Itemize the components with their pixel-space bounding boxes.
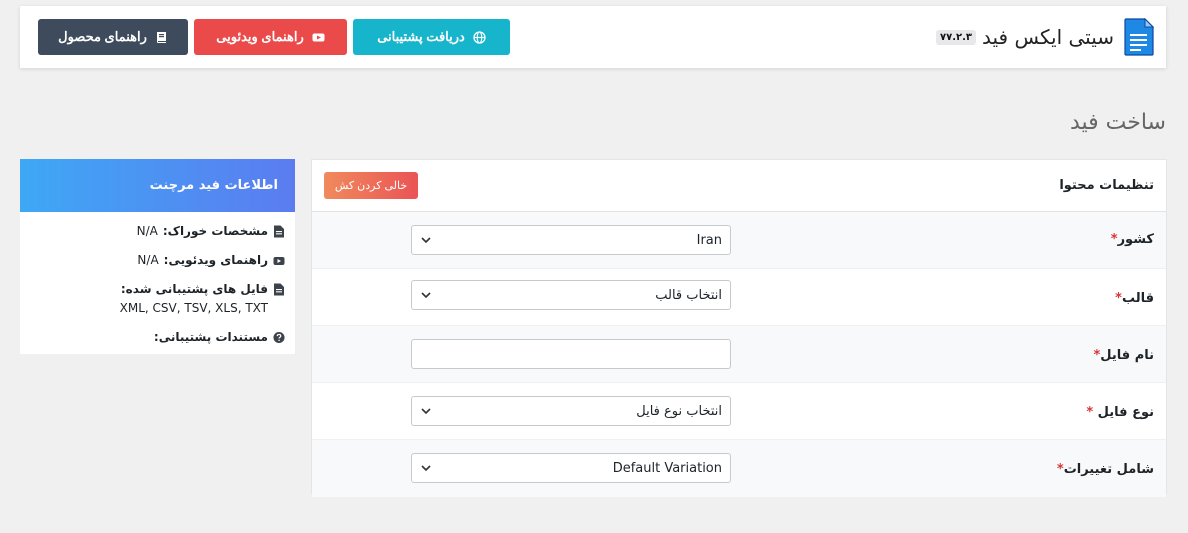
variations-select[interactable]: Default Variation [411, 453, 731, 483]
country-select-value: Iran [696, 232, 722, 248]
document-logo-icon [1124, 18, 1154, 56]
book-icon [156, 31, 166, 43]
form-row-file-type: نوع فایل * انتخاب نوع فایل [312, 383, 1166, 440]
file-icon [274, 225, 284, 238]
clear-cache-button[interactable]: خالی کردن کش [324, 172, 418, 199]
supported-files-label: فایل های پشتیبانی شده: [120, 282, 268, 296]
template-label: قالب* [1115, 291, 1154, 306]
form-row-template: قالب* انتخاب قالب [312, 269, 1166, 326]
template-select[interactable]: انتخاب قالب [411, 280, 731, 310]
variations-label: شامل تغییرات* [1056, 462, 1154, 477]
chevron-down-icon [421, 237, 431, 244]
panel-title: تنظیمات محتوا [1059, 178, 1154, 193]
info-card-title: اطلاعات فید مرچنت [20, 159, 295, 212]
file-type-select[interactable]: انتخاب نوع فایل [411, 396, 731, 426]
video-guide-info-value[interactable]: N/A [137, 251, 158, 270]
form-row-variations: شامل تغییرات* Default Variation [312, 440, 1166, 497]
supported-files-value: XML, CSV, TSV, XLS, TXT [119, 301, 268, 315]
file-name-label: نام فایل* [1093, 348, 1154, 363]
panel-header: تنظیمات محتوا خالی کردن کش [312, 160, 1166, 212]
info-card-body: مشخصات خوراک: N/A راهنمای ویدئویی: N/A ف… [20, 212, 295, 347]
template-select-value: انتخاب قالب [655, 287, 722, 303]
product-guide-button[interactable]: راهنمای محصول [38, 19, 188, 55]
chevron-down-icon [421, 465, 431, 472]
app-title: سیتی ایکس فید [982, 25, 1114, 49]
file-name-input[interactable] [411, 339, 731, 369]
product-guide-label: راهنمای محصول [58, 29, 147, 44]
video-guide-info-label: راهنمای ویدئویی: [163, 253, 268, 267]
version-badge: ۷۷.۲.۳ [936, 29, 977, 45]
video-guide-button[interactable]: راهنمای ویدئویی [194, 19, 347, 55]
country-select[interactable]: Iran [411, 225, 731, 255]
youtube-icon [312, 33, 325, 41]
file-type-select-value: انتخاب نوع فایل [636, 403, 722, 419]
get-support-button[interactable]: دریافت پشتیبانی [353, 19, 510, 55]
info-item-support-docs: مستندات پشتیبانی: [30, 328, 285, 347]
chevron-down-icon [421, 408, 431, 415]
country-label: کشور* [1110, 232, 1154, 247]
youtube-icon [273, 257, 285, 265]
merchant-feed-info-card: اطلاعات فید مرچنت مشخصات خوراک: N/A راهن… [20, 159, 295, 354]
page-title: ساخت فید [1069, 110, 1166, 135]
chevron-down-icon [421, 292, 431, 299]
form-row-file-name: نام فایل* [312, 326, 1166, 383]
file-type-label: نوع فایل * [1086, 405, 1154, 420]
feed-spec-value[interactable]: N/A [137, 222, 158, 241]
variations-select-value: Default Variation [612, 460, 722, 476]
brand: سیتی ایکس فید ۷۷.۲.۳ [936, 18, 1154, 56]
file-icon [274, 283, 284, 296]
question-circle-icon [273, 331, 285, 344]
info-item-supported-files: فایل های پشتیبانی شده: XML, CSV, TSV, XL… [30, 280, 285, 318]
header-buttons: راهنمای محصول راهنمای ویدئویی دریافت پشت… [38, 19, 510, 55]
globe-icon [473, 30, 486, 44]
info-item-feed-spec: مشخصات خوراک: N/A [30, 222, 285, 241]
supported-files-stack: فایل های پشتیبانی شده: XML, CSV, TSV, XL… [120, 280, 268, 318]
content-settings-panel: تنظیمات محتوا خالی کردن کش کشور* Iran قا… [311, 159, 1167, 497]
get-support-label: دریافت پشتیبانی [377, 29, 465, 44]
feed-spec-label: مشخصات خوراک: [162, 224, 268, 238]
support-docs-label[interactable]: مستندات پشتیبانی: [154, 328, 268, 347]
info-item-video-guide: راهنمای ویدئویی: N/A [30, 251, 285, 270]
form-row-country: کشور* Iran [312, 212, 1166, 269]
video-guide-label: راهنمای ویدئویی [216, 29, 304, 44]
top-header: سیتی ایکس فید ۷۷.۲.۳ راهنمای محصول راهنم… [20, 6, 1166, 68]
